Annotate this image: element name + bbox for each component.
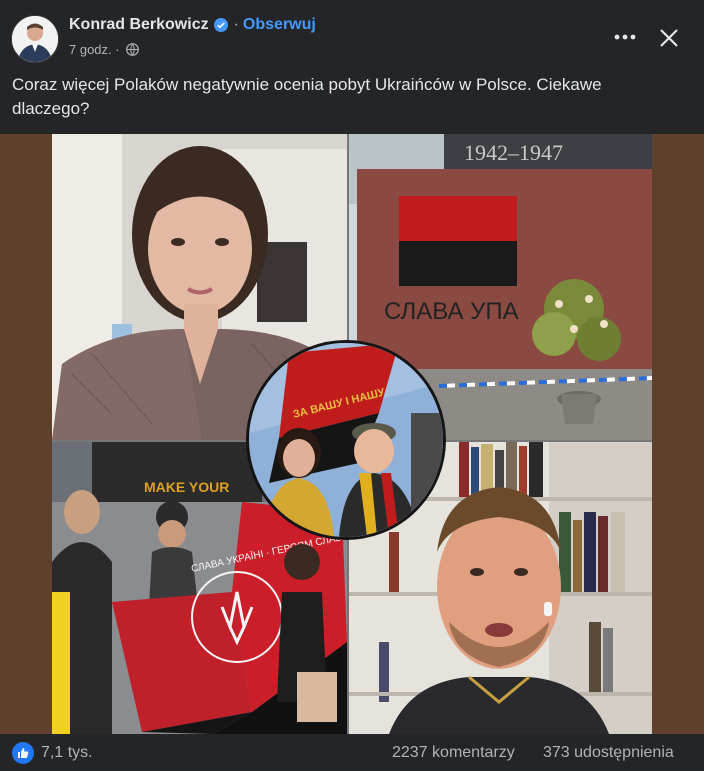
globe-icon — [125, 43, 139, 56]
reactions-bar: 7,1 tys. 2237 komentarzy 373 udostępnien… — [0, 734, 704, 771]
author-name[interactable]: Konrad Berkowicz — [69, 16, 209, 34]
more-options-icon[interactable] — [612, 24, 638, 50]
post-timestamp[interactable]: 7 godz. · — [69, 42, 120, 57]
center-circle-photo: ЗА ВАШУ І НАШУ — [246, 340, 446, 540]
shares-count[interactable]: 373 udostępnienia — [543, 744, 674, 762]
separator-dot: · — [233, 16, 239, 33]
post-caption: Coraz więcej Polaków negatywnie ocenia p… — [12, 75, 602, 118]
avatar-image — [12, 16, 58, 62]
comments-count[interactable]: 2237 komentarzy — [392, 744, 515, 762]
post-image[interactable]: 1942–1947 СЛАВА УПА MAKE YOUR СЛАВА УКРА… — [0, 134, 704, 734]
badge-text: MAKE YOUR — [144, 479, 229, 495]
post-header: Konrad Berkowicz · Obserwuj 7 godz. · — [0, 0, 704, 70]
like-count[interactable]: 7,1 tys. — [41, 744, 93, 762]
author-line: Konrad Berkowicz · Obserwuj — [69, 16, 316, 34]
verified-badge-icon — [213, 18, 228, 32]
like-thumb-icon[interactable] — [12, 742, 34, 764]
author-avatar[interactable] — [11, 15, 59, 63]
post-meta: 7 godz. · — [69, 42, 139, 57]
follow-button[interactable]: Obserwuj — [243, 16, 316, 34]
memorial-years: 1942–1947 — [464, 140, 563, 165]
close-icon[interactable] — [655, 24, 683, 52]
graffiti-text: СЛАВА УПА — [384, 298, 519, 325]
image-collage: 1942–1947 СЛАВА УПА MAKE YOUR СЛАВА УКРА… — [52, 134, 652, 734]
